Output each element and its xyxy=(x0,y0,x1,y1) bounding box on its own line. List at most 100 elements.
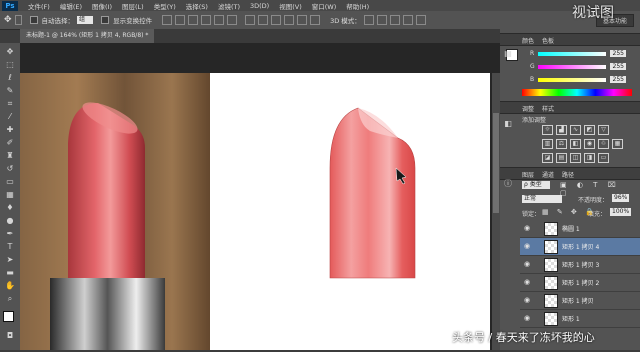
tool-preset-icon[interactable] xyxy=(14,15,22,25)
marquee-tool-icon[interactable]: ⬚ xyxy=(4,60,16,70)
brightness-icon[interactable]: ☼ xyxy=(542,125,553,135)
eraser-tool-icon[interactable]: ▭ xyxy=(4,177,16,187)
info-panel-icon[interactable]: ⓘ xyxy=(502,179,514,189)
3d-scale-icon[interactable] xyxy=(415,15,426,25)
align-hcenter-icon[interactable] xyxy=(214,15,225,25)
distribute-hcenter-icon[interactable] xyxy=(297,15,308,25)
eye-icon[interactable]: ◉ xyxy=(523,296,531,304)
3d-drag-icon[interactable] xyxy=(389,15,400,25)
scrollbar-thumb[interactable] xyxy=(493,113,499,213)
posterize-icon[interactable]: ▤ xyxy=(556,153,567,163)
foreground-color-swatch[interactable] xyxy=(3,311,14,322)
quick-select-tool-icon[interactable]: ✎ xyxy=(4,86,16,96)
layer-row[interactable]: ◉ 矩形 1 拷贝 3 xyxy=(520,256,640,274)
clone-stamp-tool-icon[interactable]: ♜ xyxy=(4,151,16,161)
eye-icon[interactable]: ◉ xyxy=(523,314,531,322)
menu-view[interactable]: 视图(V) xyxy=(279,1,302,11)
move-tool-icon[interactable]: ✥ xyxy=(4,47,16,57)
channel-r-value[interactable]: 255 xyxy=(610,50,626,57)
distribute-right-icon[interactable] xyxy=(310,15,321,25)
rectangle-tool-icon[interactable]: ▬ xyxy=(4,268,16,278)
menu-filter[interactable]: 滤镜(T) xyxy=(218,1,240,11)
fill-field[interactable]: 100% xyxy=(610,208,632,216)
eye-icon[interactable]: ◉ xyxy=(523,278,531,286)
vibrance-icon[interactable]: ▽ xyxy=(598,125,609,135)
type-tool-icon[interactable]: T xyxy=(4,242,16,252)
selective-color-icon[interactable]: ◨ xyxy=(584,153,595,163)
tab-paths[interactable]: 路径 xyxy=(562,170,574,179)
layer-row-selected[interactable]: ◉ 矩形 1 拷贝 4 xyxy=(520,238,640,256)
gradient-map-icon[interactable]: ▭ xyxy=(598,153,609,163)
history-brush-tool-icon[interactable]: ↺ xyxy=(4,164,16,174)
menu-image[interactable]: 图像(I) xyxy=(92,1,112,11)
history-panel-icon[interactable]: ▤ xyxy=(502,49,514,59)
color-lookup-icon[interactable]: ▦ xyxy=(612,139,623,149)
tab-layers[interactable]: 图层 xyxy=(522,170,534,179)
layer-filter-dropdown[interactable]: ρ 类型 xyxy=(522,181,550,189)
align-left-icon[interactable] xyxy=(201,15,212,25)
auto-select-dropdown[interactable]: 组 xyxy=(77,16,94,24)
quick-mask-icon[interactable]: ◘ xyxy=(4,331,16,341)
auto-select-checkbox[interactable] xyxy=(29,16,38,24)
align-right-icon[interactable] xyxy=(227,15,238,25)
channel-b-slider[interactable] xyxy=(538,78,606,82)
align-bottom-icon[interactable] xyxy=(188,15,199,25)
threshold-icon[interactable]: ◫ xyxy=(570,153,581,163)
menu-window[interactable]: 窗口(W) xyxy=(312,1,337,11)
3d-roll-icon[interactable] xyxy=(376,15,387,25)
layer-row[interactable]: ◉ 矩形 1 拷贝 xyxy=(520,292,640,310)
tab-channels[interactable]: 通道 xyxy=(542,170,554,179)
tab-adjustments[interactable]: 调整 xyxy=(522,104,534,113)
menu-help[interactable]: 帮助(H) xyxy=(346,1,369,11)
opacity-field[interactable]: 96% xyxy=(612,194,630,202)
path-select-tool-icon[interactable]: ➤ xyxy=(4,255,16,265)
properties-panel-icon[interactable]: ◧ xyxy=(502,119,514,129)
channel-g-value[interactable]: 255 xyxy=(610,63,626,70)
pen-tool-icon[interactable]: ✒ xyxy=(4,229,16,239)
hand-tool-icon[interactable]: ✋ xyxy=(4,281,16,291)
channel-b-value[interactable]: 255 xyxy=(610,76,626,83)
photo-filter-icon[interactable]: ◉ xyxy=(584,139,595,149)
align-top-icon[interactable] xyxy=(162,15,173,25)
tab-swatches[interactable]: 色板 xyxy=(542,36,554,45)
channel-mixer-icon[interactable]: ♲ xyxy=(598,139,609,149)
menu-layer[interactable]: 图层(L) xyxy=(122,1,144,11)
color-balance-icon[interactable]: ⚖ xyxy=(556,139,567,149)
exposure-icon[interactable]: ◩ xyxy=(584,125,595,135)
levels-icon[interactable]: ▟ xyxy=(556,125,567,135)
brush-tool-icon[interactable]: ✐ xyxy=(4,138,16,148)
eye-icon[interactable]: ◉ xyxy=(523,224,531,232)
eye-icon[interactable]: ◉ xyxy=(523,242,531,250)
menu-type[interactable]: 类型(Y) xyxy=(154,1,176,11)
healing-tool-icon[interactable]: ✚ xyxy=(4,125,16,135)
layer-row[interactable]: ◉ 矩形 1 xyxy=(520,310,640,328)
distribute-left-icon[interactable] xyxy=(284,15,295,25)
lasso-tool-icon[interactable]: ℓ xyxy=(4,73,16,83)
eyedropper-tool-icon[interactable]: ⁄ xyxy=(4,112,16,122)
crop-tool-icon[interactable]: ⌗ xyxy=(4,99,16,109)
color-spectrum-bar[interactable] xyxy=(522,89,632,96)
eye-icon[interactable]: ◉ xyxy=(523,260,531,268)
3d-slide-icon[interactable] xyxy=(402,15,413,25)
menu-3d[interactable]: 3D(D) xyxy=(250,2,269,10)
vertical-scrollbar[interactable] xyxy=(492,73,500,350)
zoom-tool-icon[interactable]: ⌕ xyxy=(4,294,16,304)
filter-icons[interactable]: ▣ ◐ T ⌧ ▢ xyxy=(560,181,630,197)
invert-icon[interactable]: ◪ xyxy=(542,153,553,163)
canvas-area[interactable] xyxy=(20,43,500,350)
blend-mode-dropdown[interactable]: 正常 xyxy=(522,195,562,203)
layer-row[interactable]: ◉ 矩形 1 拷贝 2 xyxy=(520,274,640,292)
align-vcenter-icon[interactable] xyxy=(175,15,186,25)
gradient-tool-icon[interactable]: ▦ xyxy=(4,190,16,200)
channel-r-slider[interactable] xyxy=(538,52,606,56)
menu-select[interactable]: 选择(S) xyxy=(186,1,208,11)
show-transform-checkbox[interactable] xyxy=(101,16,110,24)
black-white-icon[interactable]: ◧ xyxy=(570,139,581,149)
distribute-top-icon[interactable] xyxy=(245,15,256,25)
dodge-tool-icon[interactable]: ● xyxy=(4,216,16,226)
tab-color[interactable]: 颜色 xyxy=(522,36,534,45)
curves-icon[interactable]: ∿ xyxy=(570,125,581,135)
move-tool-icon[interactable]: ✥ xyxy=(4,15,12,25)
menu-file[interactable]: 文件(F) xyxy=(28,1,50,11)
hue-saturation-icon[interactable]: ▥ xyxy=(542,139,553,149)
